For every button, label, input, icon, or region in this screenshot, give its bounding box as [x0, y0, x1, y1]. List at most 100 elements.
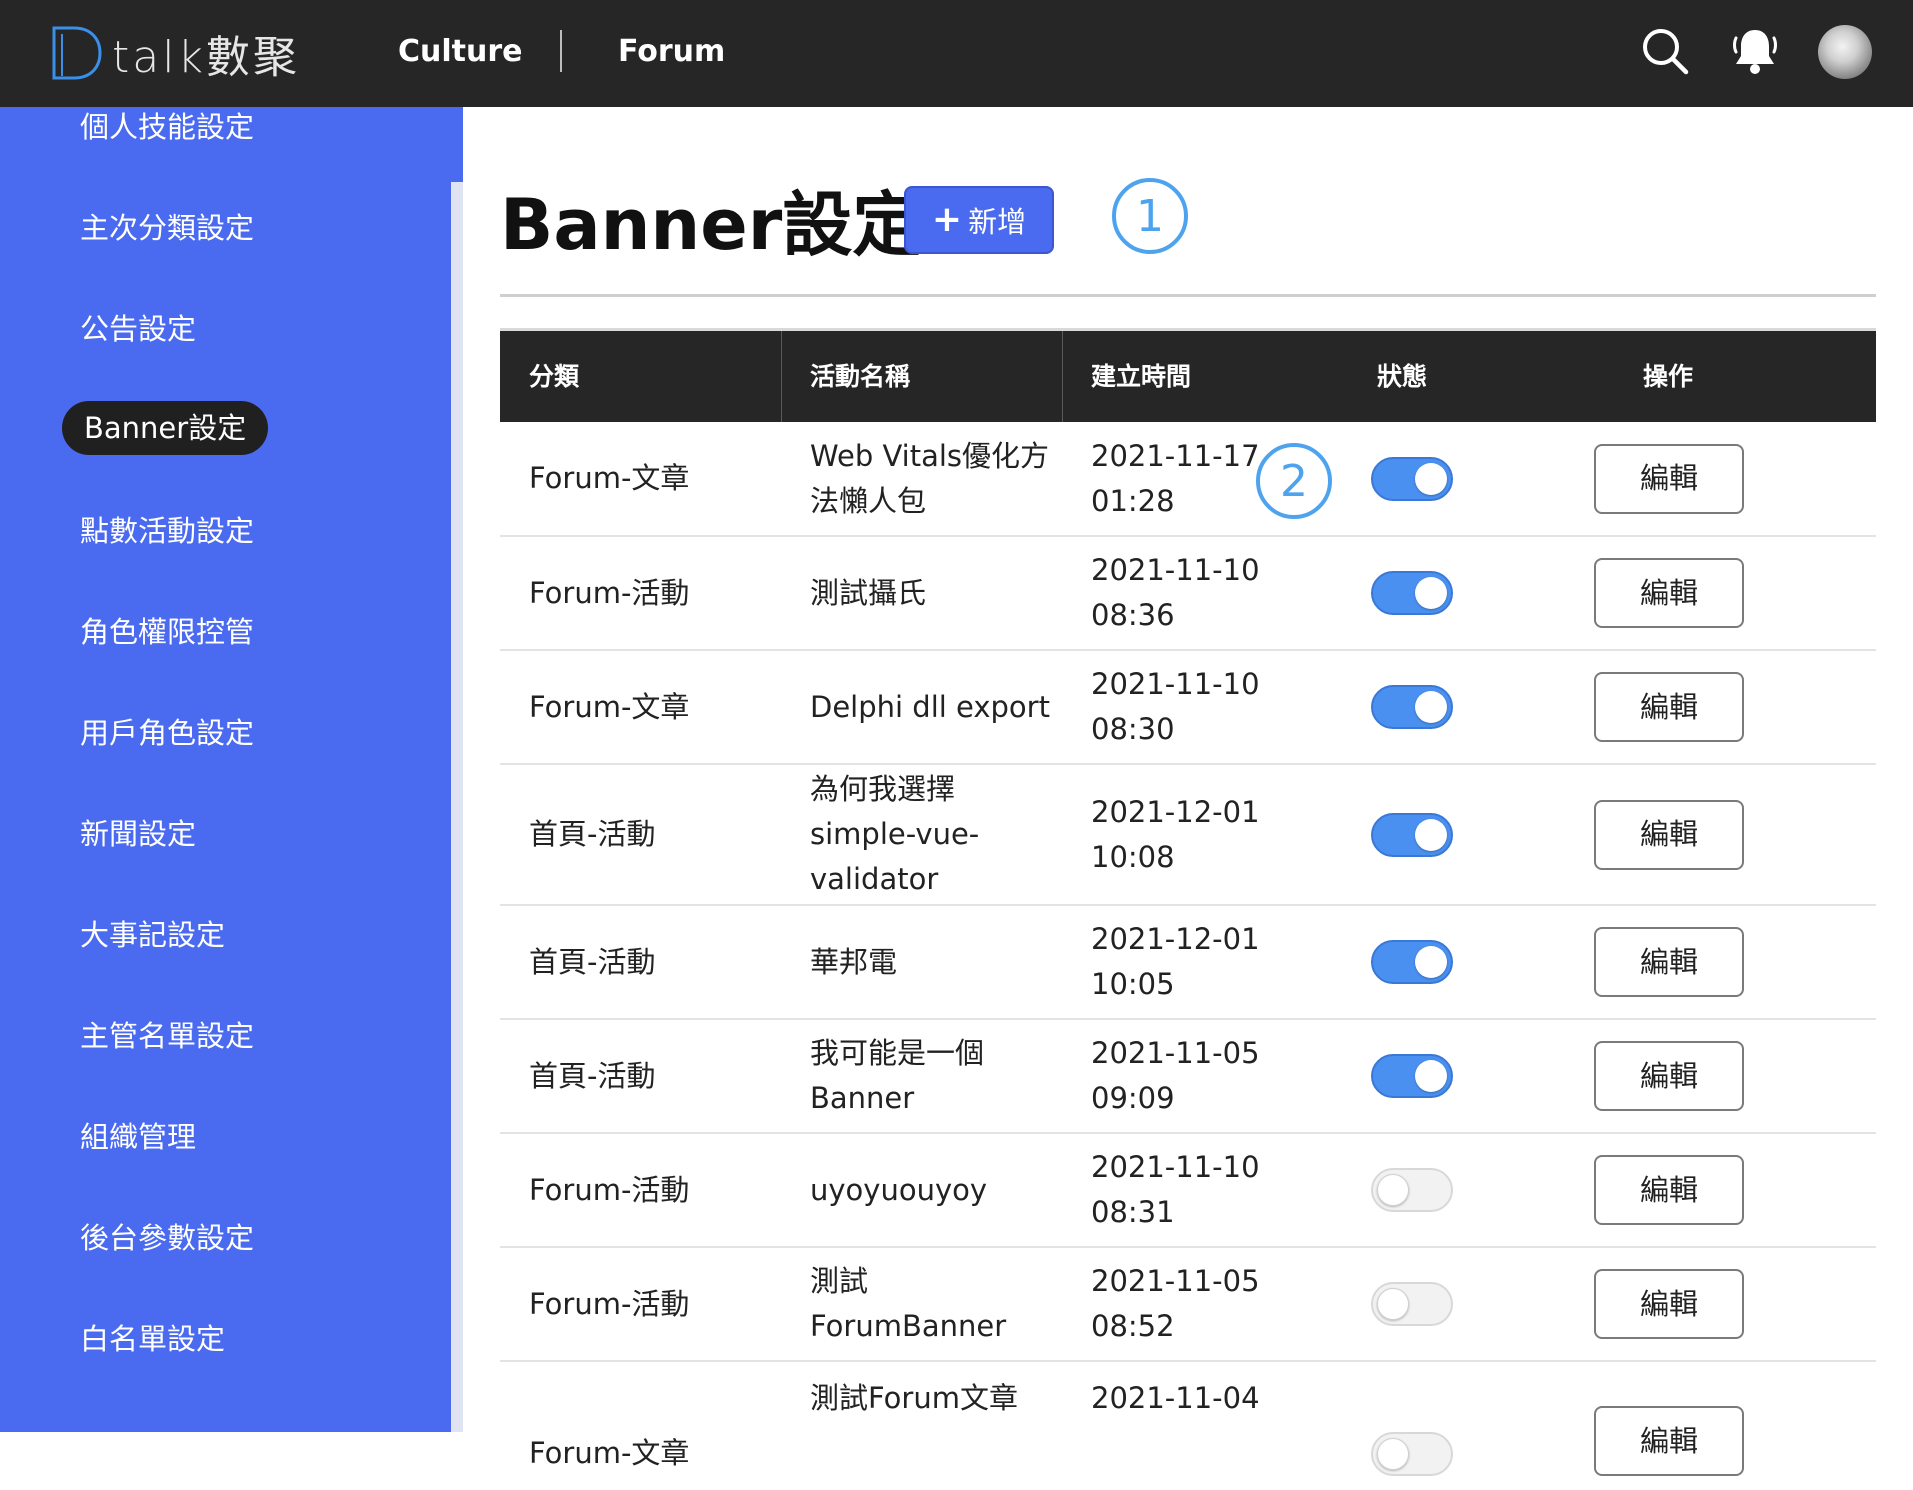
- edit-button[interactable]: 編輯: [1594, 1155, 1744, 1225]
- sidebar-item-categories[interactable]: 主次分類設定: [80, 208, 254, 248]
- row-status: [1371, 1248, 1471, 1360]
- row-status: [1371, 765, 1471, 904]
- row-actions: 編輯: [1594, 765, 1754, 904]
- row-time: 08:30: [1091, 712, 1175, 746]
- row-name: Delphi dll export: [810, 689, 1050, 724]
- column-header-category: 分類: [529, 362, 580, 391]
- status-toggle[interactable]: [1371, 940, 1453, 984]
- row-status: [1371, 1020, 1471, 1132]
- toggle-knob: [1377, 1438, 1409, 1470]
- row-actions: 編輯: [1594, 422, 1754, 535]
- row-created: 2021-11-05 08:52: [1091, 1248, 1261, 1360]
- table-row: 首頁-活動 我可能是一個 Banner 2021-11-05 09:09 編輯: [500, 1020, 1876, 1134]
- row-status: [1371, 906, 1471, 1018]
- row-actions: 編輯: [1594, 1134, 1754, 1246]
- status-toggle[interactable]: [1371, 1054, 1453, 1098]
- plus-icon: +: [931, 199, 963, 240]
- row-name: Web Vitals優化方法懶人包: [810, 438, 1050, 518]
- row-category: 首頁-活動: [529, 817, 656, 851]
- row-status: [1371, 1134, 1471, 1246]
- row-status: [1371, 1362, 1471, 1478]
- sidebar-scrollbar[interactable]: [451, 182, 463, 1432]
- row-category: Forum-活動: [529, 1172, 690, 1207]
- row-time: 08:31: [1091, 1195, 1175, 1229]
- sidebar-item-organization[interactable]: 組織管理: [80, 1117, 196, 1157]
- toggle-knob: [1415, 946, 1447, 978]
- add-button-label: 新增: [968, 205, 1027, 239]
- annotation-marker-1: 1: [1112, 178, 1188, 254]
- row-name: 我可能是一個 Banner: [810, 1036, 985, 1115]
- table-row: Forum-文章 測試Forum文章 2021-11-04 編輯: [500, 1362, 1876, 1476]
- row-name: 華邦電: [810, 944, 898, 979]
- sidebar-item-parameters[interactable]: 後台參數設定: [80, 1218, 254, 1258]
- row-name: 為何我選擇 simple-vue-validator: [810, 772, 980, 896]
- logo[interactable]: talk數聚: [48, 18, 300, 88]
- status-toggle[interactable]: [1371, 571, 1453, 615]
- sidebar-item-banner[interactable]: Banner設定: [62, 401, 269, 455]
- status-toggle[interactable]: [1371, 1282, 1453, 1326]
- row-date: 2021-11-05: [1091, 1264, 1260, 1298]
- row-name: 測試攝氏: [810, 575, 927, 610]
- row-date: 2021-11-17: [1091, 438, 1260, 473]
- column-separator: [1062, 331, 1063, 422]
- sidebar-item-personal-skills[interactable]: 個人技能設定: [80, 107, 254, 147]
- top-bar: talk數聚 Culture Forum: [0, 0, 1913, 107]
- edit-button[interactable]: 編輯: [1594, 799, 1744, 870]
- avatar[interactable]: [1818, 25, 1872, 79]
- table-row: Forum-活動 uyoyuouyoy 2021-11-10 08:31 編輯: [500, 1134, 1876, 1248]
- nav-culture[interactable]: Culture: [398, 30, 523, 74]
- sidebar-item-news[interactable]: 新聞設定: [80, 814, 196, 854]
- toggle-knob: [1415, 818, 1447, 851]
- edit-button[interactable]: 編輯: [1594, 1041, 1744, 1111]
- row-category: 首頁-活動: [529, 944, 656, 979]
- sidebar-item-managers[interactable]: 主管名單設定: [80, 1016, 254, 1056]
- edit-button[interactable]: 編輯: [1594, 927, 1744, 997]
- table-row: Forum-文章 Delphi dll export 2021-11-10 08:…: [500, 651, 1876, 765]
- row-created: 2021-11-10 08:30: [1091, 651, 1261, 763]
- edit-button[interactable]: 編輯: [1594, 672, 1744, 742]
- sidebar-item-milestones[interactable]: 大事記設定: [80, 915, 225, 955]
- row-date: 2021-11-10: [1091, 1150, 1260, 1184]
- table-row: Forum-活動 測試 ForumBanner 2021-11-05 08:52 …: [500, 1248, 1876, 1362]
- status-toggle[interactable]: [1371, 1432, 1453, 1476]
- row-date: 2021-11-10: [1091, 553, 1260, 587]
- row-actions: 編輯: [1594, 906, 1754, 1018]
- page-title: Banner設定: [500, 184, 923, 266]
- row-created: 2021-11-05 09:09: [1091, 1020, 1261, 1132]
- edit-button[interactable]: 編輯: [1594, 443, 1744, 514]
- status-toggle[interactable]: [1371, 1168, 1453, 1212]
- table-row: 首頁-活動 華邦電 2021-12-01 10:05 編輯: [500, 906, 1876, 1020]
- status-toggle[interactable]: [1371, 685, 1453, 729]
- edit-button[interactable]: 編輯: [1594, 558, 1744, 628]
- status-toggle[interactable]: [1371, 812, 1453, 857]
- row-name: 測試Forum文章: [810, 1381, 1018, 1415]
- search-icon[interactable]: [1638, 24, 1692, 78]
- nav-forum[interactable]: Forum: [618, 30, 725, 74]
- table-row: 首頁-活動 為何我選擇 simple-vue-validator 2021-12…: [500, 765, 1876, 906]
- column-header-created: 建立時間: [1091, 362, 1192, 391]
- edit-button[interactable]: 編輯: [1594, 1406, 1744, 1476]
- row-category: Forum-文章: [529, 1436, 690, 1470]
- column-header-status: 狀態: [1377, 362, 1428, 391]
- row-date: 2021-11-04: [1091, 1381, 1260, 1415]
- status-toggle[interactable]: [1371, 456, 1453, 501]
- sidebar-item-whitelist[interactable]: 白名單設定: [80, 1319, 225, 1359]
- sidebar-item-announcements[interactable]: 公告設定: [80, 309, 196, 349]
- toggle-knob: [1415, 1060, 1447, 1092]
- row-actions: 編輯: [1594, 1020, 1754, 1132]
- table-header: 分類 活動名稱 建立時間 狀態 操作: [500, 328, 1876, 422]
- bell-icon[interactable]: [1728, 24, 1782, 78]
- sidebar-item-user-roles[interactable]: 用戶角色設定: [80, 713, 254, 753]
- title-divider: [500, 294, 1876, 297]
- sidebar-item-points-activity[interactable]: 點數活動設定: [80, 511, 254, 551]
- toggle-knob: [1415, 577, 1447, 609]
- row-category: Forum-活動: [529, 1286, 690, 1321]
- add-button[interactable]: + 新增: [904, 186, 1054, 254]
- sidebar-item-role-permissions[interactable]: 角色權限控管: [80, 612, 254, 652]
- edit-button[interactable]: 編輯: [1594, 1269, 1744, 1339]
- row-actions: 編輯: [1594, 1362, 1754, 1476]
- toggle-knob: [1377, 1174, 1409, 1206]
- toggle-knob: [1377, 1288, 1409, 1320]
- row-created: 2021-11-10 08:36: [1091, 537, 1261, 649]
- row-category: Forum-文章: [529, 461, 690, 495]
